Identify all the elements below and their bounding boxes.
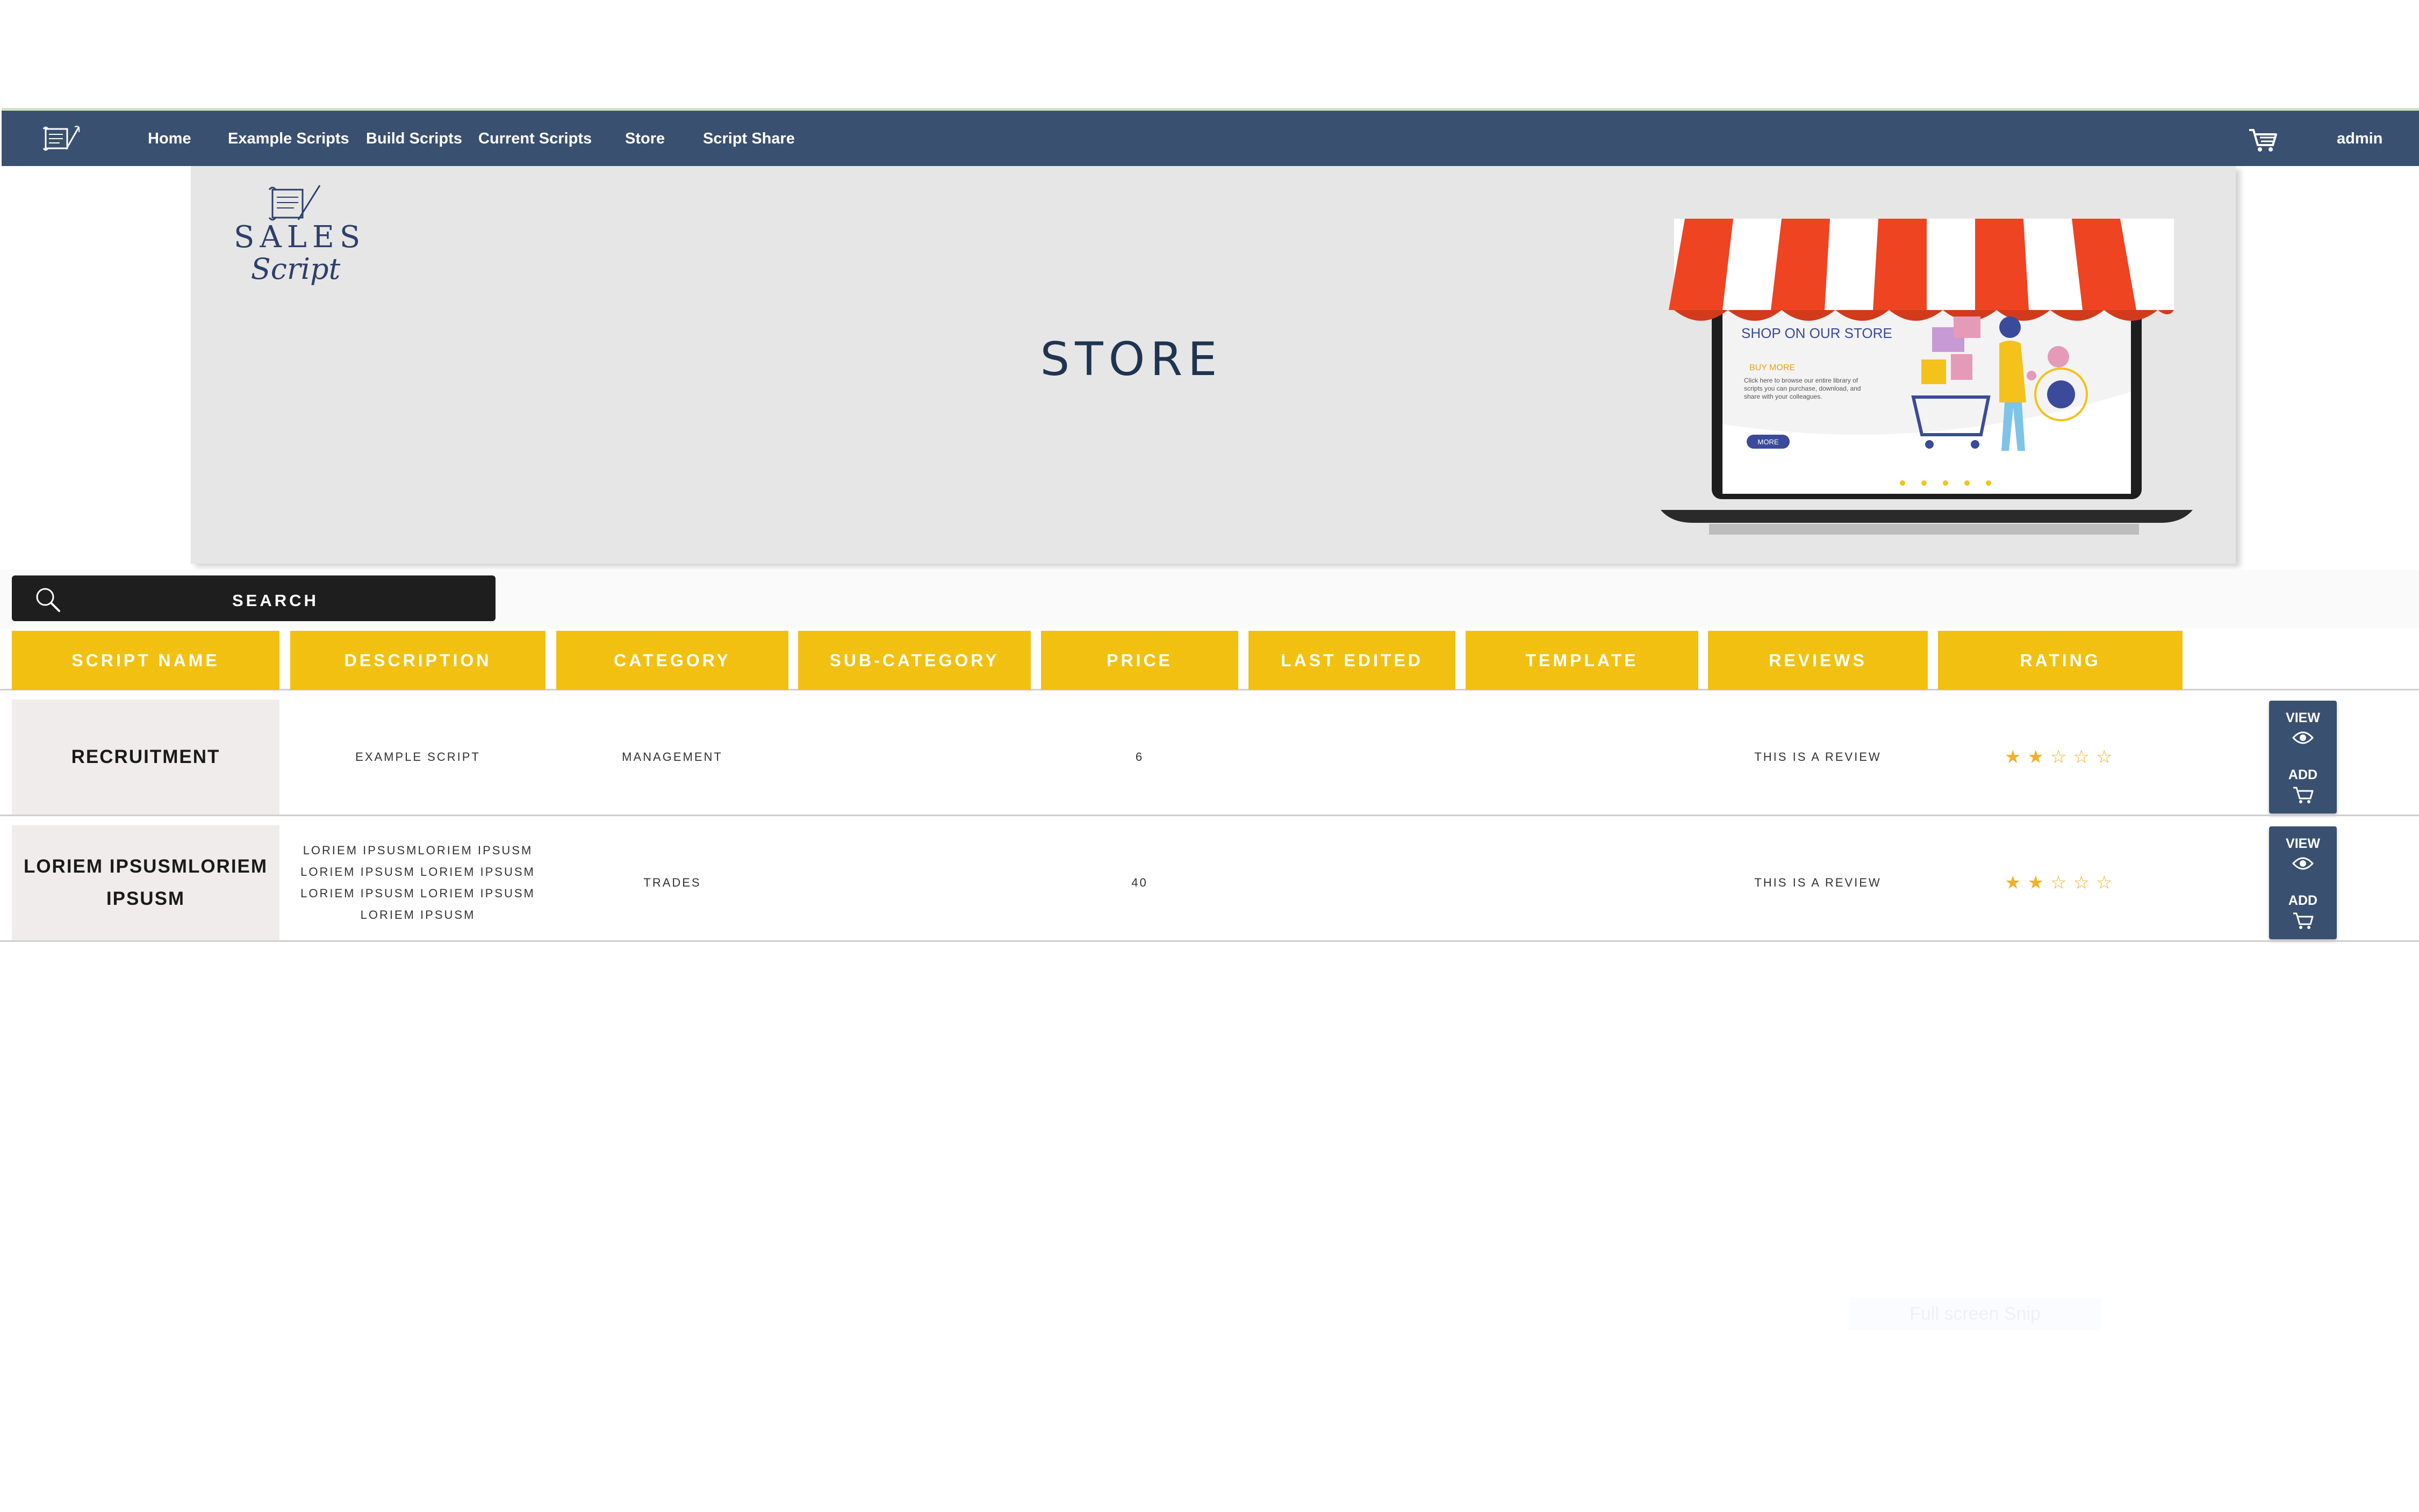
cart-icon[interactable] [2292,911,2314,930]
add-button-label[interactable]: ADD [2269,893,2337,909]
illustration-more-button: MORE [1758,438,1779,446]
cart-icon[interactable] [2292,786,2314,804]
reviews-cell: THIS IS A REVIEW [1754,750,1882,764]
user-menu[interactable]: admin [2337,130,2382,148]
rating-stars: ★ ★ ☆ ☆ ☆ [2005,825,2119,940]
star-filled-icon: ★ [2005,747,2028,767]
cart-icon[interactable] [2248,127,2278,153]
snip-watermark: Full screen Snip [1849,1298,2101,1330]
sub-category-cell [798,825,1031,940]
illustration-body: Click here to browse our entire library … [1744,377,1861,400]
star-empty-icon: ☆ [2050,873,2073,893]
nav-home[interactable]: Home [148,130,191,148]
laptop-storefront-illustration: SHOP ON OUR STORE BUY MORE Click here to… [1661,219,2193,535]
brand-wordmark: SALES [234,220,366,255]
template-cell [1466,700,1698,815]
star-empty-icon: ☆ [2095,747,2119,767]
illustration-heading: SHOP ON OUR STORE [1741,325,1892,341]
star-empty-icon: ☆ [2073,747,2096,767]
table-row: LORIEM IPSUSMLORIEM IPSUSM LORIEM IPSUSM… [0,825,2419,940]
nav-current-scripts[interactable]: Current Scripts [478,130,592,148]
nav-build-scripts[interactable]: Build Scripts [366,130,462,148]
reviews-cell: THIS IS A REVIEW [1754,876,1882,889]
row-actions: VIEW ADD [2269,701,2337,813]
star-empty-icon: ☆ [2073,873,2096,893]
col-template[interactable]: TEMPLATE [1466,631,1698,690]
top-navbar: Home Example Scripts Build Scripts Curre… [2,108,2419,166]
nav-store[interactable]: Store [625,130,665,148]
search-bar[interactable]: SEARCH [12,575,496,621]
star-empty-icon: ☆ [2095,873,2119,893]
last-edited-cell [1248,700,1455,815]
col-price[interactable]: PRICE [1041,631,1238,690]
add-button-label[interactable]: ADD [2269,767,2337,783]
star-filled-icon: ★ [2005,873,2028,893]
col-script-name[interactable]: SCRIPT NAME [12,631,279,690]
star-filled-icon: ★ [2027,873,2050,893]
store-page: Home Example Scripts Build Scripts Curre… [0,0,2419,1512]
description-cell: EXAMPLE SCRIPT [355,750,480,764]
script-name-cell: LORIEM IPSUSMLORIEM IPSUSM [12,825,279,940]
col-sub-category[interactable]: SUB-CATEGORY [798,631,1031,690]
search-label: SEARCH [232,591,319,610]
description-cell: LORIEM IPSUSMLORIEM IPSUSM LORIEM IPSUSM… [300,844,535,921]
row-divider [0,815,2419,816]
row-actions: VIEW ADD [2269,826,2337,939]
search-icon [36,588,60,612]
col-category[interactable]: CATEGORY [556,631,788,690]
price-cell: 40 [1131,876,1148,889]
col-last-edited[interactable]: LAST EDITED [1248,631,1455,690]
view-button-label[interactable]: VIEW [2269,836,2337,852]
eye-icon[interactable] [2292,729,2314,747]
star-empty-icon: ☆ [2050,747,2073,767]
nav-example-scripts[interactable]: Example Scripts [228,130,349,148]
table-row: RECRUITMENT EXAMPLE SCRIPT MANAGEMENT 6 … [0,700,2419,815]
template-cell [1466,825,1698,940]
row-divider [0,940,2419,942]
nav-script-share[interactable]: Script Share [703,130,795,148]
col-rating[interactable]: RATING [1938,631,2183,690]
script-name-cell: RECRUITMENT [12,700,279,815]
category-cell: MANAGEMENT [622,750,723,764]
view-button-label[interactable]: VIEW [2269,710,2337,726]
page-title: STORE [1040,333,1223,386]
category-cell: TRADES [643,876,701,889]
scroll-quill-icon[interactable] [39,123,82,155]
rating-stars: ★ ★ ☆ ☆ ☆ [2005,700,2119,815]
store-banner: SALES Script STORE SHOP ON OUR STORE BUY… [191,166,2236,564]
sub-category-cell [798,700,1031,815]
price-cell: 6 [1135,750,1144,764]
brand-script: Script [250,252,341,286]
star-filled-icon: ★ [2027,747,2050,767]
illustration-buy-more: BUY MORE [1749,363,1795,372]
eye-icon[interactable] [2292,854,2314,873]
col-reviews[interactable]: REVIEWS [1708,631,1928,690]
last-edited-cell [1248,825,1455,940]
col-description[interactable]: DESCRIPTION [290,631,545,690]
